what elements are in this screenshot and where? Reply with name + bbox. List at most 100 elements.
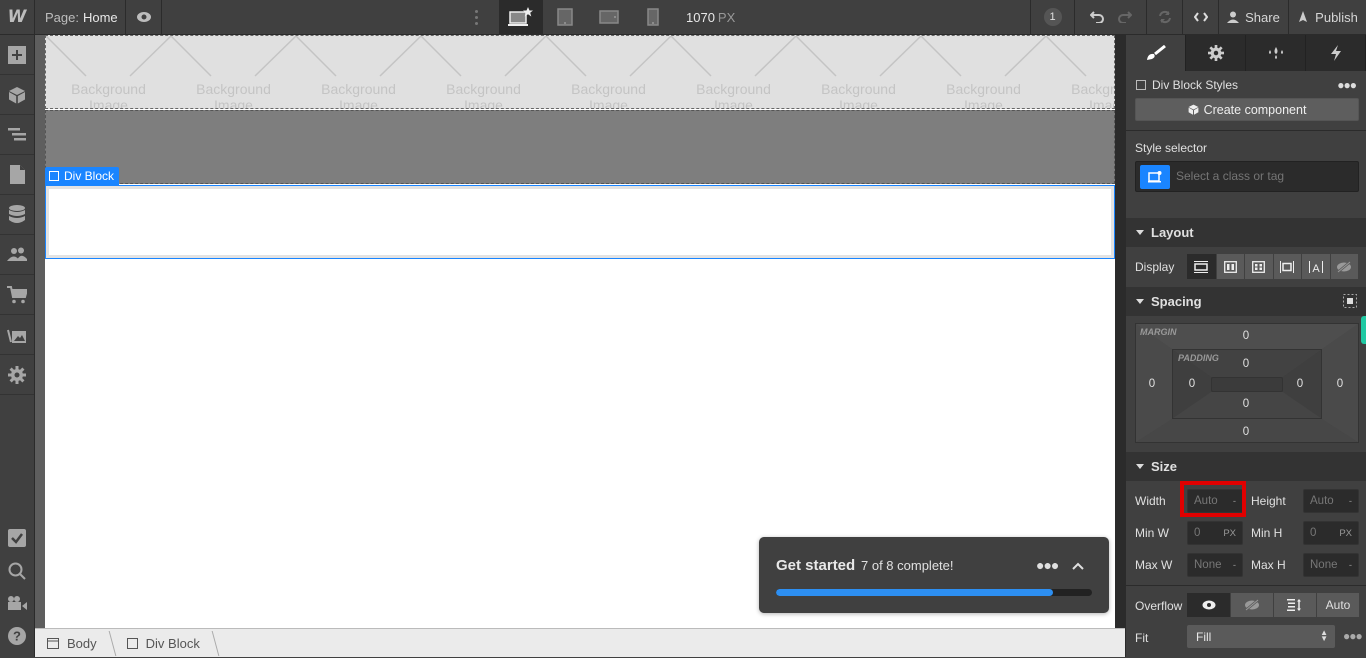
share-button[interactable]: Share bbox=[1218, 0, 1288, 34]
component-icon bbox=[1188, 104, 1198, 115]
ecommerce-button[interactable] bbox=[0, 275, 34, 315]
min-width-unit[interactable]: PX bbox=[1223, 528, 1236, 539]
max-height-unit[interactable]: - bbox=[1349, 560, 1352, 571]
cube-icon bbox=[9, 86, 25, 103]
padding-top[interactable]: 0 bbox=[1236, 358, 1256, 370]
gear-icon bbox=[1207, 45, 1224, 61]
tab-style-manager[interactable] bbox=[1246, 35, 1306, 71]
background-image-placeholder: BackgroundImage bbox=[171, 36, 296, 108]
style-selector-input[interactable] bbox=[1176, 162, 1346, 191]
redo-icon[interactable] bbox=[1117, 11, 1132, 23]
navigator-button[interactable] bbox=[0, 115, 34, 155]
display-inline-block-button[interactable] bbox=[1272, 254, 1301, 279]
more-icon[interactable]: ●●● bbox=[1036, 557, 1059, 573]
device-desktop-button[interactable] bbox=[499, 0, 543, 34]
progress-fill bbox=[776, 589, 1053, 596]
gray-section[interactable] bbox=[45, 110, 1115, 184]
add-panel-button[interactable] bbox=[0, 35, 34, 75]
padding-bottom[interactable]: 0 bbox=[1236, 398, 1256, 410]
tab-style[interactable] bbox=[1126, 35, 1186, 71]
min-height-input[interactable]: 0 PX bbox=[1303, 521, 1359, 545]
publish-button[interactable]: Publish bbox=[1288, 0, 1366, 34]
device-mobile-portrait-button[interactable] bbox=[631, 0, 675, 34]
overflow-options: Auto bbox=[1187, 593, 1359, 617]
layout-section-header[interactable]: Layout bbox=[1126, 218, 1366, 247]
display-inline-button[interactable]: A bbox=[1301, 254, 1330, 279]
tab-interactions[interactable] bbox=[1306, 35, 1366, 71]
margin-right[interactable]: 0 bbox=[1330, 378, 1350, 390]
spacing-mode-icon[interactable] bbox=[1343, 294, 1357, 311]
background-image-placeholder: BackgroundImage bbox=[296, 36, 421, 108]
eye-slash-icon bbox=[1245, 599, 1259, 611]
tab-settings[interactable] bbox=[1186, 35, 1246, 71]
components-button[interactable] bbox=[0, 75, 34, 115]
cms-button[interactable] bbox=[0, 195, 34, 235]
search-button[interactable] bbox=[0, 555, 34, 587]
display-block-button[interactable] bbox=[1187, 254, 1216, 279]
create-component-button[interactable]: Create component bbox=[1135, 98, 1359, 121]
chevron-up-icon[interactable] bbox=[1072, 559, 1084, 573]
more-options-icon[interactable] bbox=[470, 0, 482, 34]
selector-type-button[interactable] bbox=[1140, 165, 1170, 189]
height-unit[interactable]: - bbox=[1349, 496, 1352, 507]
padding-left[interactable]: 0 bbox=[1182, 378, 1202, 390]
display-none-button[interactable] bbox=[1329, 254, 1358, 279]
margin-top[interactable]: 0 bbox=[1236, 330, 1256, 342]
min-width-input[interactable]: 0 PX bbox=[1187, 521, 1243, 545]
padding-right[interactable]: 0 bbox=[1290, 378, 1310, 390]
size-section-header[interactable]: Size bbox=[1126, 452, 1366, 481]
canvas-scrollbar[interactable] bbox=[1115, 35, 1125, 628]
height-input[interactable]: Auto - bbox=[1303, 489, 1359, 513]
min-height-unit[interactable]: PX bbox=[1339, 528, 1352, 539]
webflow-logo[interactable]: W bbox=[0, 0, 35, 34]
display-grid-button[interactable] bbox=[1244, 254, 1273, 279]
code-icon bbox=[1193, 12, 1208, 22]
spacing-section-header[interactable]: Spacing bbox=[1126, 287, 1366, 316]
div-block-icon bbox=[126, 637, 138, 649]
margin-bottom[interactable]: 0 bbox=[1236, 426, 1256, 438]
breadcrumb-item-body[interactable]: Body bbox=[35, 629, 109, 658]
settings-button[interactable] bbox=[0, 355, 34, 395]
audit-button[interactable] bbox=[0, 522, 34, 554]
device-mobile-landscape-button[interactable] bbox=[587, 0, 631, 34]
background-image-placeholder: BackgroundImage bbox=[1046, 36, 1114, 108]
canvas-width-readout: 1070 PX bbox=[686, 10, 735, 25]
notifications-button[interactable]: 1 bbox=[1030, 0, 1074, 34]
max-width-unit[interactable]: - bbox=[1233, 560, 1236, 571]
background-image-label: BackgroundImage bbox=[696, 81, 771, 109]
pages-button[interactable] bbox=[0, 155, 34, 195]
get-started-title: Get started bbox=[776, 557, 856, 574]
more-icon[interactable]: ●●● bbox=[1343, 629, 1363, 643]
display-inline-icon: A bbox=[1308, 260, 1323, 273]
fit-select[interactable]: Fill ▲ ▼ bbox=[1187, 625, 1335, 648]
overflow-scroll-button[interactable] bbox=[1273, 593, 1316, 617]
divider bbox=[1126, 585, 1366, 586]
code-export-button[interactable] bbox=[1182, 0, 1218, 34]
overflow-hidden-button[interactable] bbox=[1230, 593, 1273, 617]
page-selector[interactable]: Page: Home bbox=[35, 0, 126, 34]
overflow-visible-button[interactable] bbox=[1187, 593, 1230, 617]
min-height-value: 0 bbox=[1310, 527, 1317, 539]
page-name: Home bbox=[82, 9, 118, 25]
device-tablet-button[interactable] bbox=[543, 0, 587, 34]
preview-button[interactable] bbox=[126, 0, 162, 34]
lightning-icon bbox=[1330, 45, 1341, 61]
breadcrumb-item-div-block[interactable]: Div Block bbox=[115, 629, 212, 658]
selected-div-block[interactable] bbox=[45, 185, 1115, 259]
assets-button[interactable] bbox=[0, 315, 34, 355]
sync-button[interactable] bbox=[1146, 0, 1182, 34]
users-button[interactable] bbox=[0, 235, 34, 275]
max-width-input[interactable]: None - bbox=[1187, 553, 1243, 577]
display-flex-button[interactable] bbox=[1215, 254, 1244, 279]
undo-icon[interactable] bbox=[1089, 11, 1104, 23]
margin-left[interactable]: 0 bbox=[1142, 378, 1162, 390]
video-tutorials-button[interactable] bbox=[0, 587, 34, 619]
help-button[interactable]: ? bbox=[0, 620, 34, 652]
more-icon[interactable]: ●●● bbox=[1337, 78, 1357, 92]
background-image-section[interactable]: Background Image Background Image Background… bbox=[45, 35, 1115, 109]
selected-element-name: Div Block bbox=[64, 169, 115, 183]
background-image-placeholder: BackgroundImage bbox=[921, 36, 1046, 108]
overflow-auto-button[interactable]: Auto bbox=[1316, 593, 1359, 617]
max-height-input[interactable]: None - bbox=[1303, 553, 1359, 577]
class-selector-icon bbox=[1148, 171, 1162, 183]
